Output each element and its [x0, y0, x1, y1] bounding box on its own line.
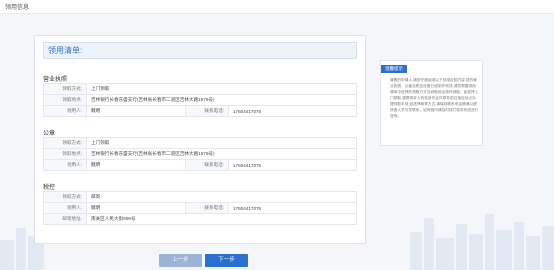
section-table-business-license: 领取方式: 上门领取 领取地点: 吉林银行长春东盛支行(吉林省长春市二道区吉林大… [43, 83, 357, 117]
row-value: 魏明 [86, 202, 186, 214]
section-table-official-seal: 领取方式: 上门领取 领取地点: 吉林银行长春东盛支行(吉林省长春市二道区吉林大… [43, 137, 357, 171]
row-label: 领取地点: [43, 148, 87, 160]
prev-step-button[interactable]: 上一步 [159, 254, 202, 267]
row-value: 南关区人民大街909号 [86, 213, 357, 225]
row-value: 魏明 [86, 105, 186, 117]
row-label: 领取方式: [43, 137, 87, 149]
tip-panel: 温馨提示 尊敬的申请人,请您仔细阅读以下领用告知内容:您的营业执照、公章及税控设… [380, 60, 483, 146]
row-label: 领取地点: [43, 94, 87, 106]
row-value: 邮寄 [86, 191, 357, 203]
table-row: 领取地点: 吉林银行长春东盛支行(吉林省长春市二道区吉林大路1979号) [43, 94, 357, 106]
table-row: 领用人: 魏明 联系电话: 17604417076 [43, 159, 357, 171]
tip-text: 尊敬的申请人,请您仔细阅读以下领用告知内容:您的营业执照、公章及税控设备已经制作… [390, 78, 479, 118]
table-row: 领用人: 魏明 联系电话: 17604417076 [43, 105, 357, 117]
row-label: 联系电话: [185, 159, 229, 171]
claim-list-card: 领用清单: 营业执照 领取方式: 上门领取 领取地点: 吉林银行长春东盛支行(吉… [34, 35, 366, 244]
tip-tag: 温馨提示 [381, 65, 407, 73]
section-name-official-seal: 公章 [43, 131, 56, 137]
table-row: 领取方式: 邮寄 [43, 191, 357, 203]
row-value: 吉林银行长春东盛支行(吉林省长春市二道区吉林大路1979号) [86, 94, 357, 106]
section-table-tax-control: 领取方式: 邮寄 领用人: 魏明 联系电话: 17604417076 邮寄地址:… [43, 191, 357, 225]
row-value: 17604417076 [228, 105, 357, 117]
row-label: 领用人: [43, 159, 87, 171]
row-value: 17604417076 [228, 202, 357, 214]
table-row: 领取方式: 上门领取 [43, 137, 357, 149]
row-label: 联系电话: [185, 202, 229, 214]
table-row: 领用人: 魏明 联系电话: 17604417076 [43, 202, 357, 214]
row-label: 领取方式: [43, 191, 87, 203]
card-title: 领用清单: [43, 42, 357, 59]
table-row: 领取地点: 吉林银行长春东盛支行(吉林省长春市二道区吉林大路1979号) [43, 148, 357, 160]
top-bar: 领用信息 [0, 0, 554, 14]
row-label: 领用人: [43, 105, 87, 117]
row-value: 上门领取 [86, 83, 357, 95]
row-value: 上门领取 [86, 137, 357, 149]
row-label: 联系电话: [185, 105, 229, 117]
row-label: 领取方式: [43, 83, 87, 95]
section-name-tax-control: 税控 [43, 185, 56, 191]
row-value: 吉林银行长春东盛支行(吉林省长春市二道区吉林大路1979号) [86, 148, 357, 160]
row-label: 领用人: [43, 202, 87, 214]
table-row: 邮寄地址: 南关区人民大街909号 [43, 213, 357, 225]
breadcrumb: 领用信息 [5, 5, 30, 11]
row-value: 17604417076 [228, 159, 357, 171]
section-name-business-license: 营业执照 [43, 77, 68, 83]
row-value: 魏明 [86, 159, 186, 171]
row-label: 邮寄地址: [43, 213, 87, 225]
table-row: 领取方式: 上门领取 [43, 83, 357, 95]
next-step-button[interactable]: 下一步 [205, 254, 248, 267]
